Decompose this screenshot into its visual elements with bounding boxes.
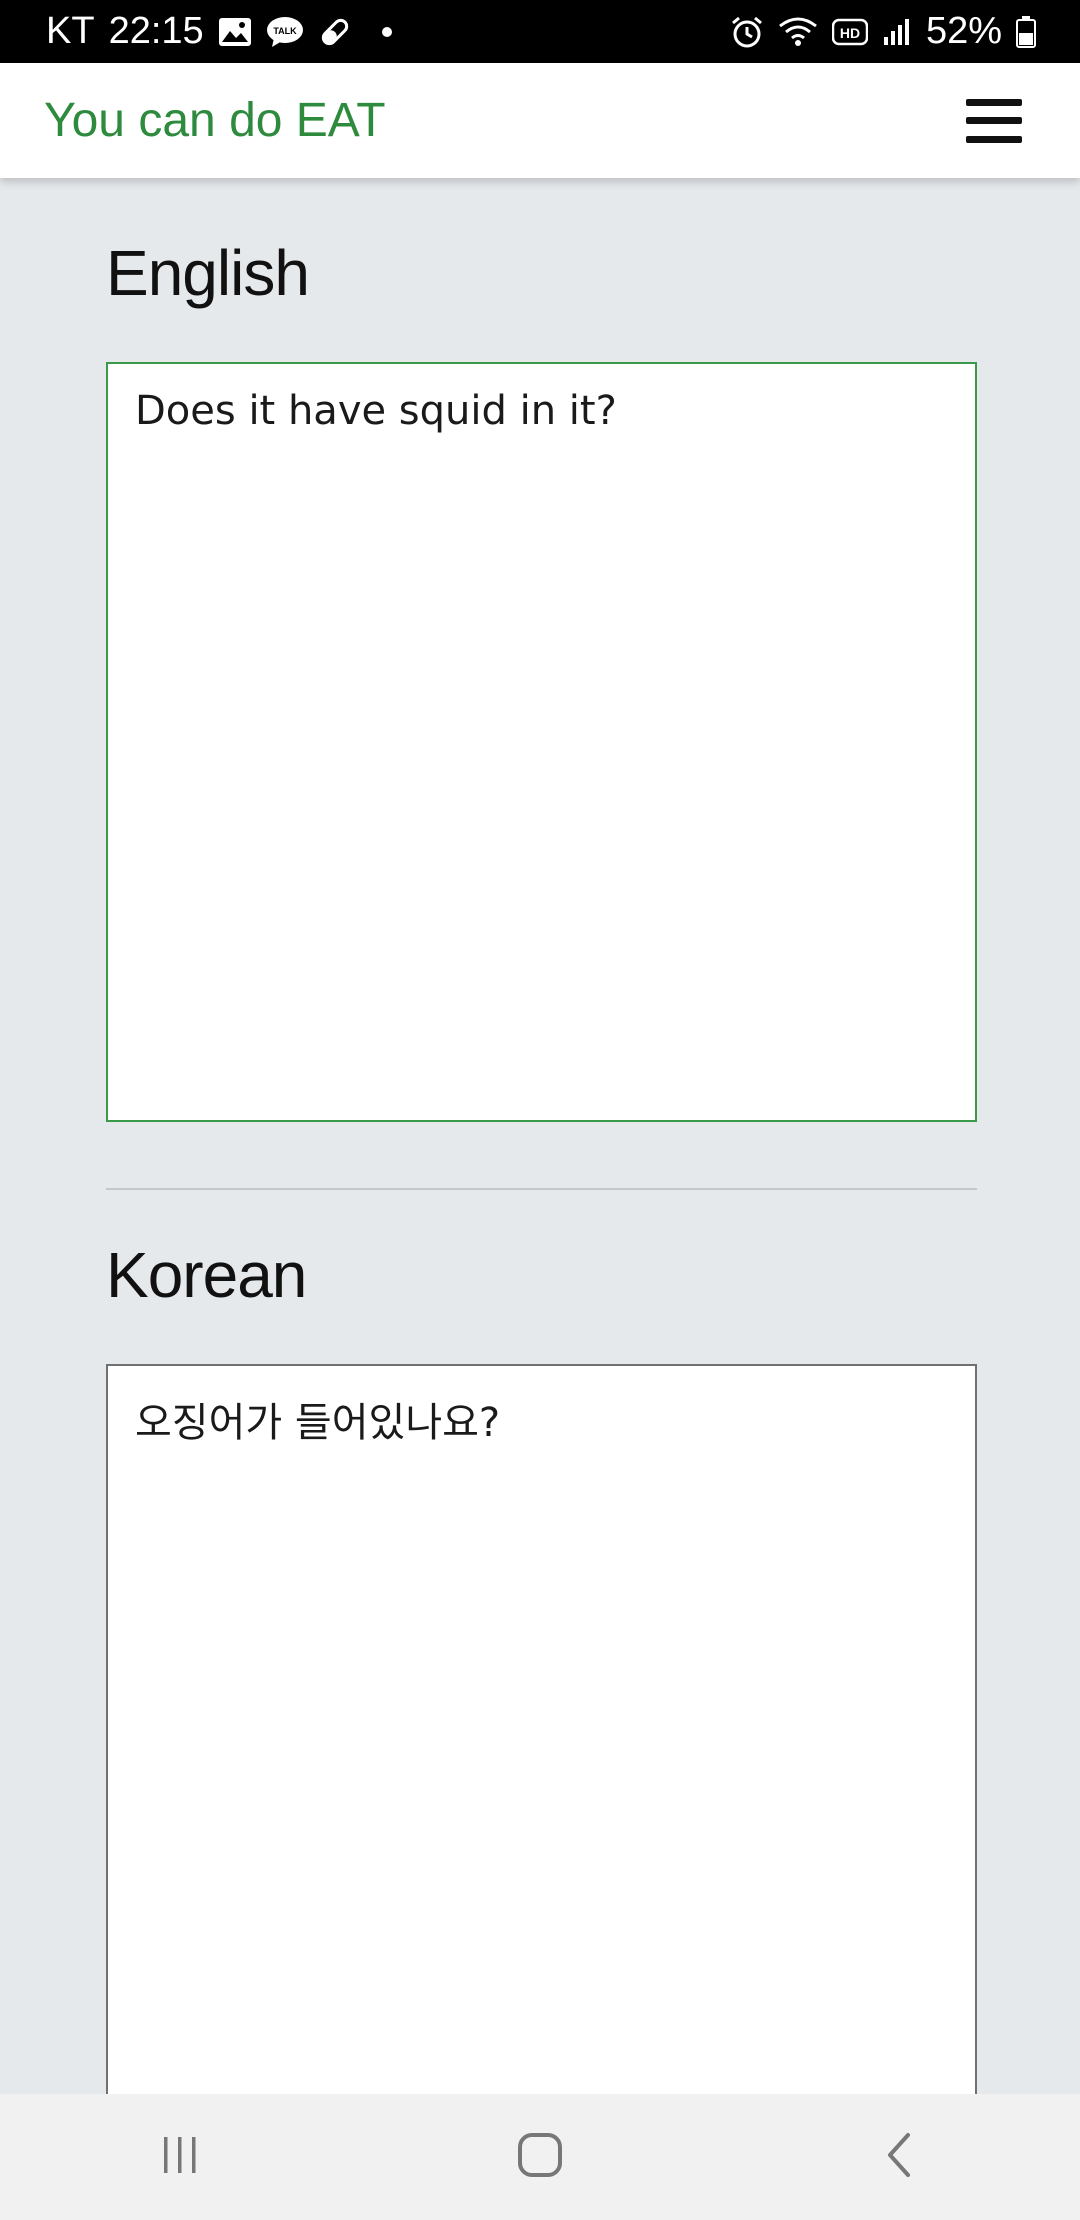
svg-text:HD: HD — [840, 25, 860, 41]
section-divider — [106, 1188, 977, 1190]
home-icon — [516, 2131, 564, 2183]
brand-title[interactable]: You can do EAT — [44, 93, 386, 148]
hd-icon: HD — [831, 18, 868, 46]
korean-text-output[interactable]: 오징어가 들어있나요? — [106, 1364, 977, 2094]
hamburger-menu-icon[interactable] — [966, 98, 1022, 143]
menu-line — [966, 98, 1022, 106]
back-icon — [878, 2131, 922, 2183]
talk-icon: TALK — [266, 16, 304, 48]
english-text-input[interactable]: Does it have squid in it? — [106, 362, 977, 1122]
status-bar-left: KT 22:15 TALK — [46, 10, 392, 53]
recent-apps-icon — [158, 2133, 202, 2181]
app-header: You can do EAT — [0, 63, 1080, 178]
korean-section-title: Korean — [106, 1239, 307, 1311]
back-button[interactable] — [840, 2112, 960, 2202]
pill-icon — [318, 15, 352, 49]
gallery-icon — [218, 17, 252, 47]
menu-line — [966, 135, 1022, 143]
alarm-icon — [730, 15, 764, 49]
wifi-icon — [778, 16, 818, 48]
battery-icon — [1016, 15, 1036, 48]
battery-percent: 52% — [925, 10, 1002, 52]
system-nav-bar — [0, 2094, 1080, 2220]
recent-apps-button[interactable] — [120, 2112, 240, 2202]
carrier-label: KT — [46, 10, 95, 52]
notification-dot-icon — [381, 26, 392, 37]
english-section-title: English — [106, 237, 310, 309]
clock: 22:15 — [108, 10, 204, 52]
menu-line — [966, 117, 1022, 124]
status-bar-right: HD 52% — [730, 10, 1036, 53]
signal-icon — [882, 17, 912, 47]
svg-text:TALK: TALK — [273, 26, 297, 36]
translation-content: English Does it have squid in it? Korean… — [0, 178, 1080, 2094]
status-bar: KT 22:15 TALK HD 52% — [0, 0, 1080, 63]
home-button[interactable] — [480, 2112, 600, 2202]
